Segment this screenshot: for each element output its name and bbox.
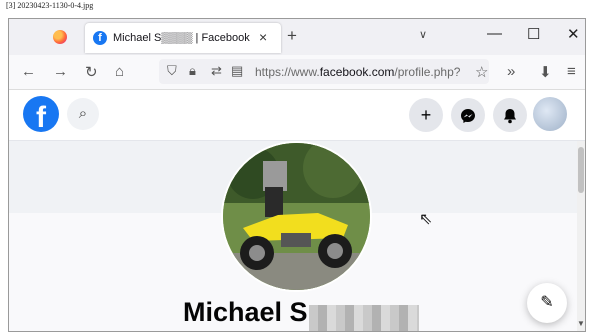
tab-title: Michael S▒▒▒▒ | Facebook (113, 32, 250, 44)
close-window-button[interactable]: ✕ (567, 25, 580, 43)
forward-button[interactable]: → (53, 63, 68, 80)
scroll-down-arrow[interactable]: ▼ (577, 319, 585, 328)
app-menu-button[interactable]: ≡ (567, 63, 576, 80)
nav-toolbar: ← → ↻ ⌂ ⛉ 🔒︎ ⇄ ▤ https://www.facebook.co… (9, 55, 585, 90)
more-tools-button[interactable]: » (507, 63, 515, 80)
permissions-icon[interactable]: ⇄ (211, 63, 222, 79)
back-button[interactable]: ← (21, 63, 36, 80)
reader-icon[interactable]: ▤ (231, 63, 243, 79)
url-text[interactable]: https://www.facebook.com/profile.php? (255, 65, 460, 79)
scrollbar[interactable] (577, 141, 585, 331)
mouse-cursor-icon: ⇖ (419, 211, 433, 228)
messenger-icon[interactable] (451, 98, 485, 132)
facebook-favicon: f (93, 31, 107, 45)
browser-window: f Michael S▒▒▒▒ | Facebook × + ∨ — ☐ ✕ ←… (8, 18, 586, 332)
list-tabs-button[interactable]: ∨ (419, 28, 427, 41)
bookmark-star-icon[interactable]: ☆ (475, 63, 488, 81)
shield-icon[interactable]: ⛉ (167, 63, 177, 79)
tab-facebook[interactable]: f Michael S▒▒▒▒ | Facebook × (85, 23, 281, 53)
facebook-header: f ⌕ + (9, 90, 585, 141)
lock-icon[interactable]: 🔒︎ (189, 63, 196, 79)
profile-picture[interactable] (221, 141, 372, 292)
search-icon[interactable]: ⌕ (67, 98, 99, 130)
home-button[interactable]: ⌂ (115, 63, 124, 80)
facebook-logo[interactable]: f (23, 96, 59, 132)
image-caption: [3] 20230423-1130-0-4.jpg (6, 1, 94, 10)
extensions-icon[interactable]: ⬇ (539, 63, 552, 81)
maximize-button[interactable]: ☐ (527, 25, 540, 43)
scrollbar-thumb[interactable] (578, 147, 584, 193)
pixelated-surname (309, 305, 419, 331)
new-tab-button[interactable]: + (287, 26, 297, 46)
bell-icon[interactable] (493, 98, 527, 132)
reload-button[interactable]: ↻ (85, 63, 98, 81)
url-bar[interactable]: ⛉ 🔒︎ ⇄ ▤ https://www.facebook.com/profil… (159, 59, 489, 84)
minimize-button[interactable]: — (487, 25, 502, 42)
tab-close-button[interactable]: × (259, 29, 267, 45)
profile-name: Michael S (183, 297, 308, 327)
firefox-icon[interactable] (53, 30, 67, 44)
create-button[interactable]: + (409, 98, 443, 132)
edit-icon[interactable]: ✎ (527, 283, 567, 323)
tab-strip: f Michael S▒▒▒▒ | Facebook × + ∨ — ☐ ✕ (9, 19, 585, 55)
account-avatar[interactable] (533, 97, 567, 131)
